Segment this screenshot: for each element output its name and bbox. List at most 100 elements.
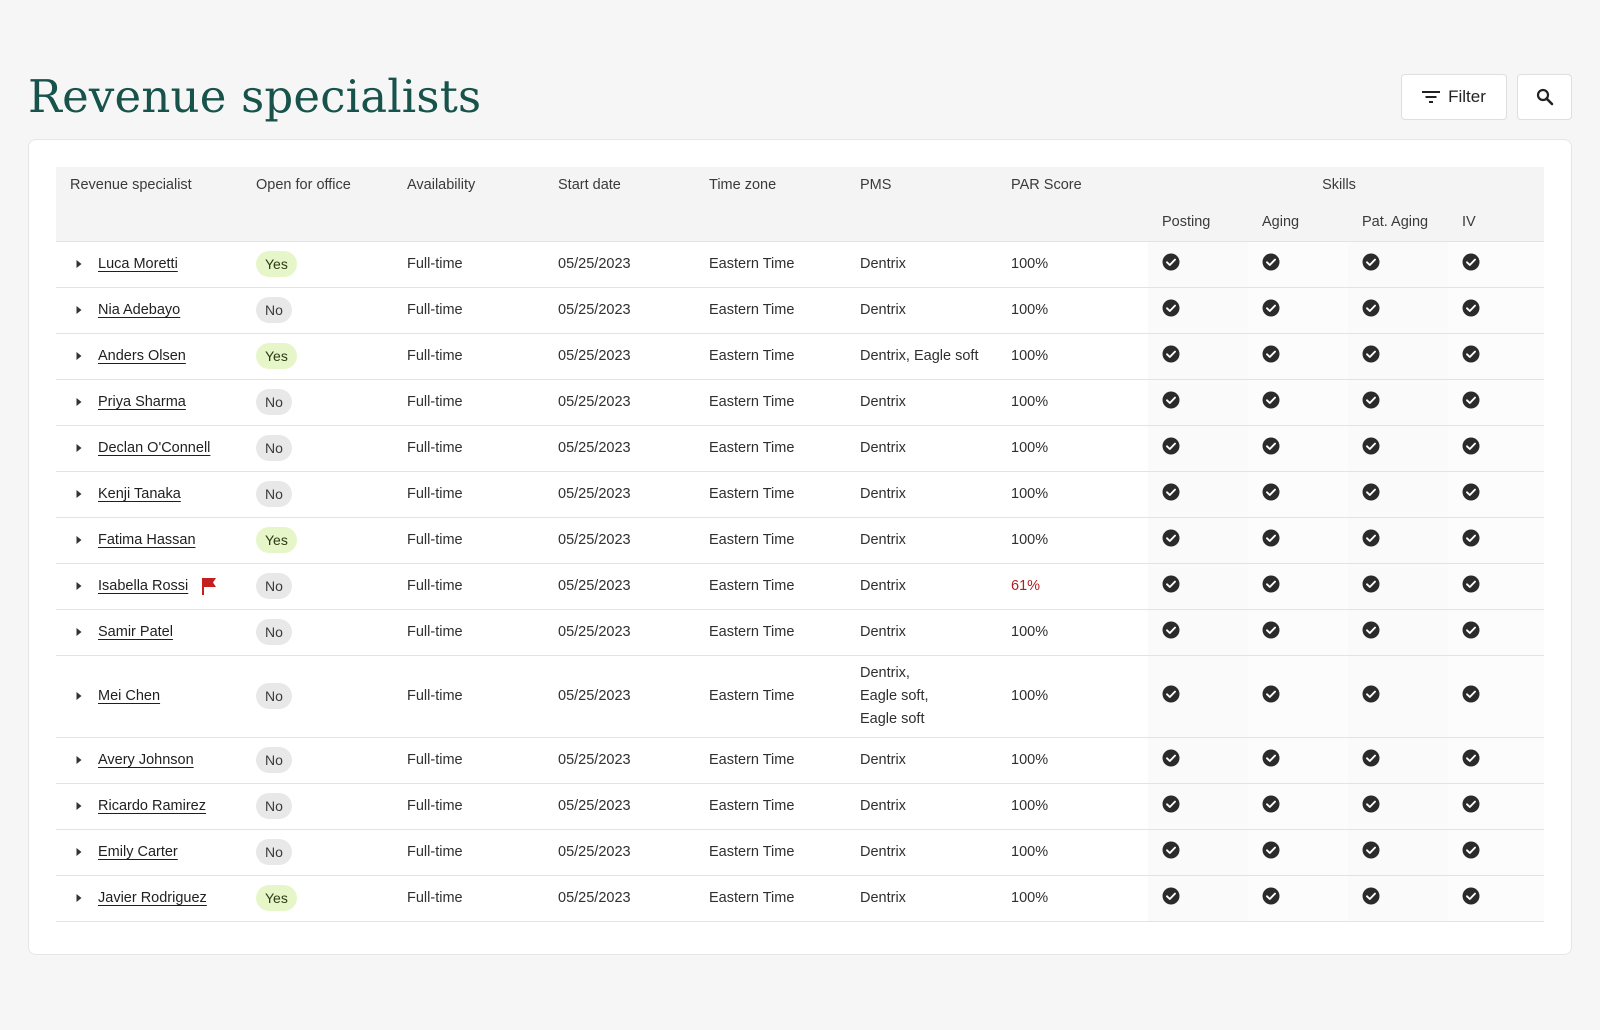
cell-skill-pat-aging bbox=[1348, 378, 1448, 425]
cell-pms: Dentrix bbox=[846, 240, 997, 287]
specialist-name-link[interactable]: Nia Adebayo bbox=[98, 302, 180, 318]
col-header-time-zone[interactable]: Time zone bbox=[695, 167, 846, 241]
specialist-name-link[interactable]: Anders Olsen bbox=[98, 348, 186, 364]
cell-availability: Full-time bbox=[393, 828, 544, 875]
table-row[interactable]: Emily Carter No Full-time 05/25/2023 Eas… bbox=[56, 828, 1545, 875]
cell-open: No bbox=[242, 736, 393, 783]
col-header-availability[interactable]: Availability bbox=[393, 167, 544, 241]
caret-right-icon[interactable] bbox=[70, 687, 88, 705]
cell-open: No bbox=[242, 378, 393, 425]
check-circle-icon bbox=[1262, 795, 1280, 813]
caret-right-icon[interactable] bbox=[70, 485, 88, 503]
table-row[interactable]: Isabella Rossi No Full-time 05/25/2023 E… bbox=[56, 562, 1545, 609]
table-row[interactable]: Nia Adebayo No Full-time 05/25/2023 East… bbox=[56, 286, 1545, 333]
caret-right-icon[interactable] bbox=[70, 531, 88, 549]
cell-pms: Dentrix bbox=[846, 874, 997, 922]
specialist-name-link[interactable]: Samir Patel bbox=[98, 624, 173, 640]
caret-right-icon[interactable] bbox=[70, 577, 88, 595]
pms-item: Dentrix bbox=[860, 439, 906, 456]
cell-specialist: Declan O'Connell bbox=[56, 424, 242, 471]
specialist-name-link[interactable]: Ricardo Ramirez bbox=[98, 798, 206, 814]
specialist-name-link[interactable]: Mei Chen bbox=[98, 688, 160, 704]
cell-start-date: 05/25/2023 bbox=[544, 828, 695, 875]
specialist-name-link[interactable]: Javier Rodriguez bbox=[98, 890, 207, 906]
check-circle-icon bbox=[1162, 841, 1180, 859]
cell-open: No bbox=[242, 286, 393, 333]
cell-start-date: 05/25/2023 bbox=[544, 378, 695, 425]
cell-open: Yes bbox=[242, 516, 393, 563]
specialists-card: Revenue specialist Open for office Avail… bbox=[28, 139, 1572, 955]
col-header-start-date[interactable]: Start date bbox=[544, 167, 695, 241]
search-icon bbox=[1536, 88, 1554, 106]
open-status-badge: No bbox=[256, 839, 292, 865]
open-status-badge: No bbox=[256, 747, 292, 773]
cell-skill-aging bbox=[1248, 240, 1348, 287]
check-circle-icon bbox=[1462, 685, 1480, 703]
caret-right-icon[interactable] bbox=[70, 301, 88, 319]
caret-right-icon[interactable] bbox=[70, 889, 88, 907]
caret-right-icon[interactable] bbox=[70, 751, 88, 769]
col-header-pat-aging[interactable]: Pat. Aging bbox=[1348, 203, 1448, 241]
table-row[interactable]: Javier Rodriguez Yes Full-time 05/25/202… bbox=[56, 874, 1545, 922]
col-header-posting[interactable]: Posting bbox=[1148, 203, 1248, 241]
caret-right-icon[interactable] bbox=[70, 347, 88, 365]
table-row[interactable]: Fatima Hassan Yes Full-time 05/25/2023 E… bbox=[56, 516, 1545, 563]
table-row[interactable]: Declan O'Connell No Full-time 05/25/2023… bbox=[56, 424, 1545, 471]
table-row[interactable]: Avery Johnson No Full-time 05/25/2023 Ea… bbox=[56, 736, 1545, 783]
check-circle-icon bbox=[1262, 299, 1280, 317]
col-header-pms[interactable]: PMS bbox=[846, 167, 997, 241]
cell-skill-aging bbox=[1248, 286, 1348, 333]
specialist-name-link[interactable]: Declan O'Connell bbox=[98, 440, 210, 456]
specialist-name-link[interactable]: Avery Johnson bbox=[98, 752, 194, 768]
col-header-open[interactable]: Open for office bbox=[242, 167, 393, 241]
col-header-specialist[interactable]: Revenue specialist bbox=[56, 167, 242, 241]
cell-availability: Full-time bbox=[393, 424, 544, 471]
specialist-name-link[interactable]: Emily Carter bbox=[98, 844, 178, 860]
table-row[interactable]: Anders Olsen Yes Full-time 05/25/2023 Ea… bbox=[56, 332, 1545, 379]
cell-par-score: 100% bbox=[997, 828, 1148, 875]
table-row[interactable]: Priya Sharma No Full-time 05/25/2023 Eas… bbox=[56, 378, 1545, 425]
cell-skill-aging bbox=[1248, 516, 1348, 563]
cell-time-zone: Eastern Time bbox=[695, 332, 846, 379]
specialist-name-link[interactable]: Luca Moretti bbox=[98, 256, 178, 272]
table-row[interactable]: Kenji Tanaka No Full-time 05/25/2023 Eas… bbox=[56, 470, 1545, 517]
cell-skill-pat-aging bbox=[1348, 424, 1448, 471]
table-row[interactable]: Mei Chen No Full-time 05/25/2023 Eastern… bbox=[56, 654, 1545, 737]
check-circle-icon bbox=[1262, 841, 1280, 859]
col-header-par-score[interactable]: PAR Score bbox=[997, 167, 1148, 241]
open-status-badge: Yes bbox=[256, 527, 297, 553]
caret-right-icon[interactable] bbox=[70, 393, 88, 411]
cell-specialist: Luca Moretti bbox=[56, 240, 242, 287]
caret-right-icon[interactable] bbox=[70, 797, 88, 815]
cell-specialist: Priya Sharma bbox=[56, 378, 242, 425]
search-button[interactable] bbox=[1517, 74, 1572, 120]
check-circle-icon bbox=[1362, 483, 1380, 501]
caret-right-icon[interactable] bbox=[70, 843, 88, 861]
caret-right-icon[interactable] bbox=[70, 255, 88, 273]
table-row[interactable]: Samir Patel No Full-time 05/25/2023 East… bbox=[56, 608, 1545, 655]
caret-right-icon[interactable] bbox=[70, 623, 88, 641]
table-row[interactable]: Luca Moretti Yes Full-time 05/25/2023 Ea… bbox=[56, 240, 1545, 287]
filter-button[interactable]: Filter bbox=[1401, 74, 1507, 120]
pms-item: Dentrix bbox=[860, 255, 906, 272]
col-header-iv[interactable]: IV bbox=[1448, 203, 1545, 241]
cell-availability: Full-time bbox=[393, 470, 544, 517]
cell-time-zone: Eastern Time bbox=[695, 562, 846, 609]
cell-start-date: 05/25/2023 bbox=[544, 240, 695, 287]
specialist-name-link[interactable]: Fatima Hassan bbox=[98, 532, 196, 548]
specialist-name-link[interactable]: Priya Sharma bbox=[98, 394, 186, 410]
cell-pms: Dentrix bbox=[846, 516, 997, 563]
check-circle-icon bbox=[1162, 685, 1180, 703]
cell-open: Yes bbox=[242, 240, 393, 287]
cell-availability: Full-time bbox=[393, 874, 544, 922]
table-row[interactable]: Ricardo Ramirez No Full-time 05/25/2023 … bbox=[56, 782, 1545, 829]
specialist-name-link[interactable]: Isabella Rossi bbox=[98, 578, 188, 594]
check-circle-icon bbox=[1162, 345, 1180, 363]
cell-skill-pat-aging bbox=[1348, 654, 1448, 737]
cell-start-date: 05/25/2023 bbox=[544, 286, 695, 333]
caret-right-icon[interactable] bbox=[70, 439, 88, 457]
cell-skill-iv bbox=[1448, 378, 1545, 425]
specialist-name-link[interactable]: Kenji Tanaka bbox=[98, 486, 181, 502]
col-header-aging[interactable]: Aging bbox=[1248, 203, 1348, 241]
cell-par-score: 100% bbox=[997, 470, 1148, 517]
